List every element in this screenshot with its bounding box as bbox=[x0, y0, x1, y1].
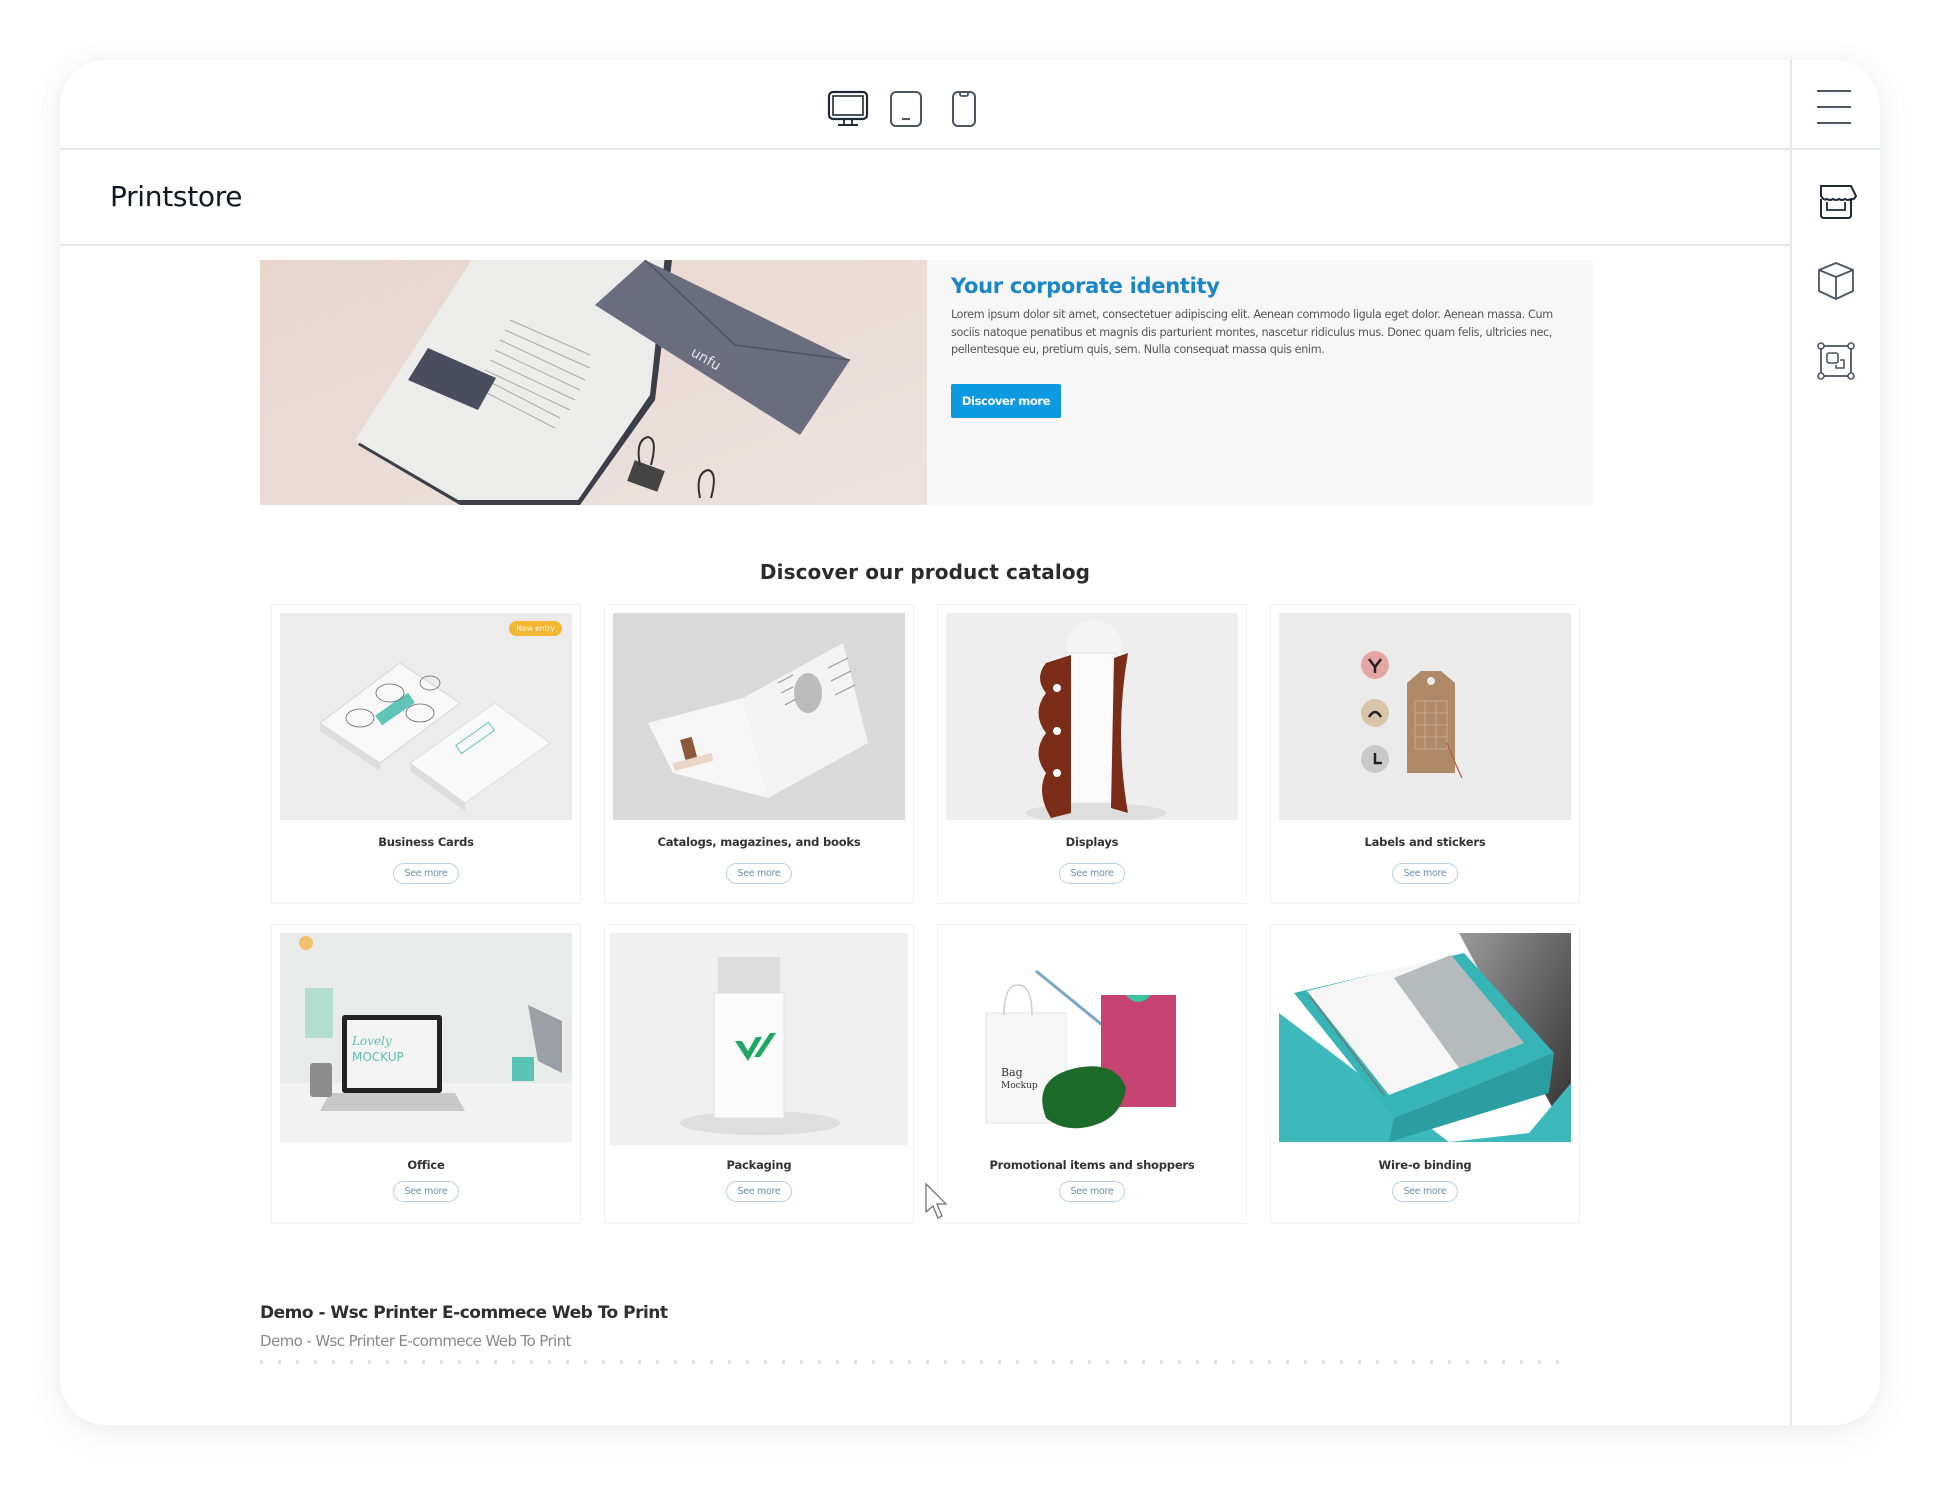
product-image[interactable] bbox=[610, 933, 908, 1145]
product-image[interactable] bbox=[613, 613, 905, 820]
product-image[interactable] bbox=[1279, 613, 1571, 820]
hero-title: Your corporate identity bbox=[951, 274, 1220, 298]
product-card-office[interactable]: Lovely MOCKUP Office See more bbox=[271, 924, 581, 1224]
product-title: Wire-o binding bbox=[1378, 1158, 1472, 1172]
sidebar-item-store[interactable] bbox=[1792, 171, 1880, 231]
product-title: Labels and stickers bbox=[1364, 835, 1486, 849]
product-image[interactable] bbox=[946, 613, 1238, 820]
editor-sidebar bbox=[1790, 60, 1880, 1425]
storefront-icon bbox=[1820, 185, 1857, 219]
device-preview-frame: Printstore unfu Your corporate identity … bbox=[60, 60, 1880, 1425]
see-more-button[interactable]: See more bbox=[726, 863, 792, 884]
selection-frame-icon bbox=[1817, 342, 1855, 380]
tablet-icon bbox=[890, 91, 922, 127]
product-title: Office bbox=[407, 1158, 445, 1172]
product-image[interactable] bbox=[1279, 933, 1571, 1142]
svg-text:MOCKUP: MOCKUP bbox=[352, 1050, 404, 1064]
product-title: Promotional items and shoppers bbox=[989, 1158, 1195, 1172]
see-more-button[interactable]: See more bbox=[1059, 863, 1125, 884]
product-card-packaging[interactable]: Packaging See more bbox=[604, 924, 914, 1224]
store-description-title: Demo - Wsc Printer E-commece Web To Prin… bbox=[260, 1303, 668, 1323]
product-card-wire-o[interactable]: Wire-o binding See more bbox=[1270, 924, 1580, 1224]
device-switcher-bar bbox=[60, 60, 1790, 150]
see-more-button[interactable]: See more bbox=[393, 1181, 459, 1202]
sidebar-item-layout[interactable] bbox=[1792, 331, 1880, 391]
see-more-button[interactable]: See more bbox=[1059, 1181, 1125, 1202]
product-title: Catalogs, magazines, and books bbox=[657, 835, 861, 849]
sidebar-item-products[interactable] bbox=[1792, 251, 1880, 311]
product-card-catalogs[interactable]: Catalogs, magazines, and books See more bbox=[604, 604, 914, 904]
product-title: Displays bbox=[1065, 835, 1119, 849]
store-description-subtitle: Demo - Wsc Printer E-commece Web To Prin… bbox=[260, 1332, 571, 1350]
product-title: Packaging bbox=[726, 1158, 792, 1172]
product-image[interactable]: Lovely MOCKUP bbox=[280, 933, 572, 1142]
hero-image-stationery: unfu bbox=[260, 260, 927, 505]
mobile-view-button[interactable] bbox=[951, 90, 977, 128]
mobile-icon bbox=[952, 91, 976, 127]
site-brand[interactable]: Printstore bbox=[110, 180, 243, 213]
product-image[interactable]: New entry bbox=[280, 613, 572, 820]
tablet-view-button[interactable] bbox=[889, 90, 923, 128]
site-header: Printstore bbox=[60, 150, 1790, 246]
truncated-description-text bbox=[260, 1360, 1570, 1364]
product-card-business-cards[interactable]: New entry Business Cards See more bbox=[271, 604, 581, 904]
hamburger-menu-icon bbox=[1817, 90, 1851, 124]
desktop-icon bbox=[827, 90, 869, 126]
see-more-button[interactable]: See more bbox=[1392, 1181, 1458, 1202]
desktop-view-button[interactable] bbox=[827, 90, 869, 128]
cube-icon bbox=[1818, 262, 1854, 300]
hero-banner: unfu Your corporate identity Lorem ipsum… bbox=[260, 260, 1593, 505]
menu-button[interactable] bbox=[1792, 60, 1880, 150]
product-card-displays[interactable]: Displays See more bbox=[937, 604, 1247, 904]
svg-text:Mockup: Mockup bbox=[1001, 1081, 1038, 1091]
product-card-labels[interactable]: Labels and stickers See more bbox=[1270, 604, 1580, 904]
see-more-button[interactable]: See more bbox=[393, 863, 459, 884]
see-more-button[interactable]: See more bbox=[726, 1181, 792, 1202]
discover-more-button[interactable]: Discover more bbox=[951, 384, 1061, 418]
see-more-button[interactable]: See more bbox=[1392, 863, 1458, 884]
product-image[interactable]: Bag Mockup bbox=[946, 933, 1238, 1142]
product-card-promotional[interactable]: Bag Mockup Promotional items and shopper… bbox=[937, 924, 1247, 1224]
svg-text:Bag: Bag bbox=[1001, 1066, 1023, 1079]
hero-text-block: Your corporate identity Lorem ipsum dolo… bbox=[951, 274, 1571, 359]
new-entry-badge: New entry bbox=[509, 621, 562, 636]
svg-text:Lovely: Lovely bbox=[351, 1034, 392, 1048]
product-title: Business Cards bbox=[378, 835, 474, 849]
catalog-heading: Discover our product catalog bbox=[759, 560, 1091, 584]
hero-body-text: Lorem ipsum dolor sit amet, consectetuer… bbox=[951, 308, 1553, 356]
